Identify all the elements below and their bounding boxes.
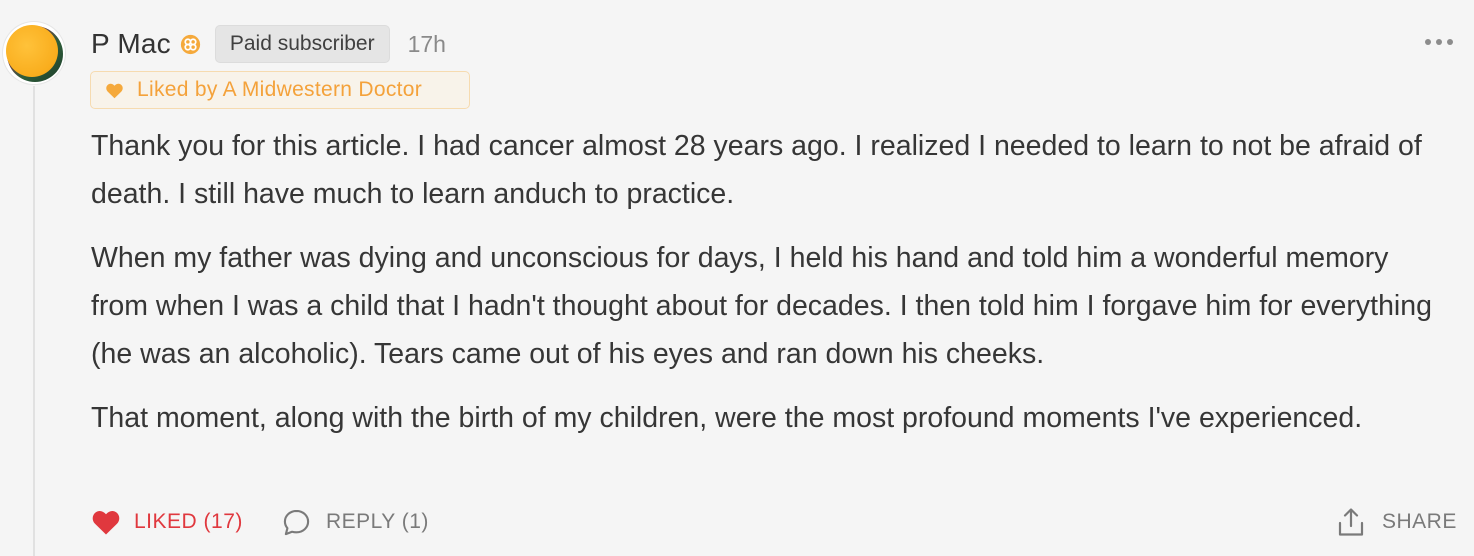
liked-by-author-badge: Liked by A Midwestern Doctor [90, 71, 470, 109]
avatar[interactable] [3, 22, 65, 84]
avatar-sun [6, 25, 58, 77]
subscriber-badge-icon [180, 34, 200, 54]
comment-header: P Mac Paid subscriber 17h [91, 24, 446, 64]
comment-timestamp[interactable]: 17h [408, 31, 446, 58]
share-button[interactable]: SHARE [1338, 500, 1457, 544]
comment-body: Thank you for this article. I had cancer… [91, 122, 1451, 458]
share-label: SHARE [1382, 510, 1457, 533]
reply-button[interactable]: REPLY (1) [282, 500, 429, 544]
liked-by-label: Liked by A Midwestern Doctor [137, 78, 423, 101]
reply-count-label: REPLY (1) [326, 510, 429, 533]
comment-paragraph: When my father was dying and unconscious… [91, 242, 1432, 370]
heart-icon [92, 511, 120, 535]
thread-line [33, 86, 35, 556]
more-options-icon[interactable] [1424, 33, 1454, 51]
speech-bubble-icon [283, 509, 310, 535]
like-count-label: LIKED (17) [134, 510, 243, 533]
comment-paragraph: Thank you for this article. I had cancer… [91, 130, 1422, 210]
share-icon [1338, 508, 1364, 536]
author-name[interactable]: P Mac [91, 28, 171, 60]
like-button[interactable]: LIKED (17) [91, 500, 243, 544]
paid-subscriber-badge: Paid subscriber [214, 25, 390, 63]
comment-paragraph: That moment, along with the birth of my … [91, 402, 1363, 434]
heart-icon [106, 83, 123, 98]
comment-actions: LIKED (17) REPLY (1) SHARE [91, 500, 1461, 544]
